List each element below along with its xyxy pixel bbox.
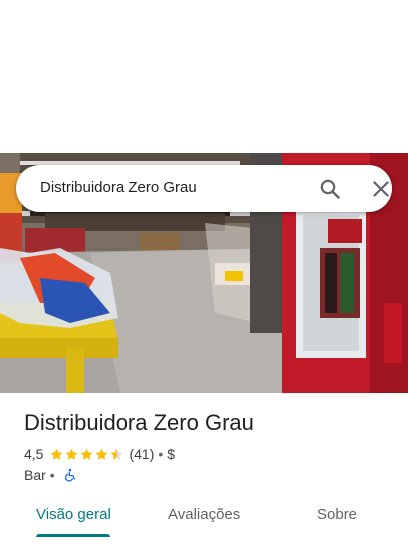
place-category: Bar	[24, 467, 46, 483]
separator-dot: •	[158, 446, 164, 462]
tab-about[interactable]: Sobre	[317, 506, 357, 523]
category-row: Bar •	[24, 467, 77, 483]
close-icon[interactable]	[369, 177, 393, 201]
rating-value: 4,5	[24, 446, 44, 462]
place-tabs: Visão geral Avaliações Sobre	[0, 494, 408, 546]
search-bar[interactable]: Distribuidora Zero Grau	[16, 165, 392, 212]
star-icon	[51, 448, 63, 460]
tab-overview[interactable]: Visão geral	[36, 506, 111, 523]
rating-row[interactable]: 4,5 (41) • $	[24, 446, 175, 462]
price-level: $	[167, 446, 176, 462]
blank-header-area	[0, 0, 408, 153]
star-icon	[81, 448, 93, 460]
wheelchair-icon	[64, 468, 75, 482]
half-star-icon	[111, 448, 123, 460]
tab-reviews[interactable]: Avaliações	[168, 506, 240, 523]
search-input[interactable]: Distribuidora Zero Grau	[40, 179, 197, 196]
star-icon	[66, 448, 78, 460]
separator-dot: •	[49, 467, 55, 483]
star-rating	[49, 447, 124, 462]
star-icon	[96, 448, 108, 460]
search-icon[interactable]	[318, 177, 342, 201]
place-title: Distribuidora Zero Grau	[24, 410, 254, 435]
review-count[interactable]: (41)	[129, 446, 154, 462]
active-tab-indicator	[36, 534, 110, 537]
